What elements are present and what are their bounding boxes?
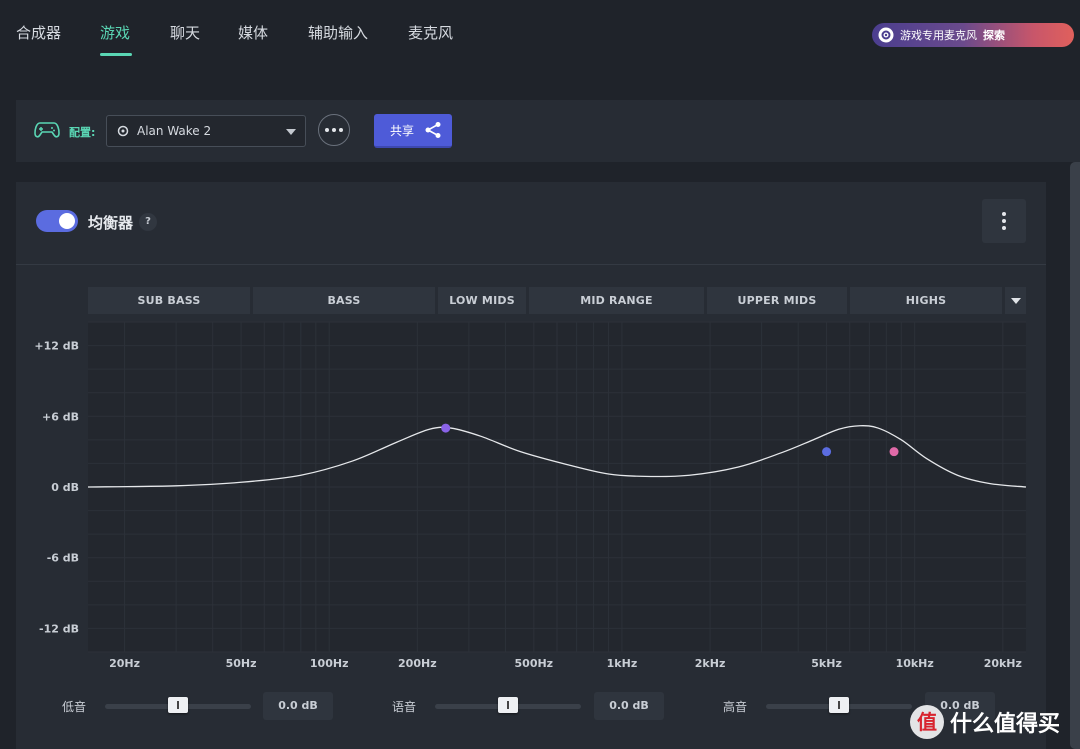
eq-x-tick-label: 2kHz xyxy=(695,657,726,670)
eq-band-point[interactable] xyxy=(822,447,832,457)
scrollbar[interactable] xyxy=(1070,162,1080,749)
eq-y-tick-label: -12 dB xyxy=(39,622,79,635)
treble-slider-thumb[interactable] xyxy=(829,697,849,713)
eq-x-tick-label: 200Hz xyxy=(398,657,437,670)
voice-value[interactable]: 0.0 dB xyxy=(594,692,664,720)
eq-chart[interactable]: +12 dB +6 dB 0 dB -6 dB -12 dB 20Hz 50Hz 100Hz 2… xyxy=(0,0,1080,749)
eq-band-point[interactable] xyxy=(441,423,451,433)
voice-slider-thumb[interactable] xyxy=(498,697,518,713)
watermark-text: 什么值得买 xyxy=(950,712,1061,737)
watermark: 值 什么值得买 xyxy=(910,704,1060,740)
eq-x-tick-label: 5kHz xyxy=(811,657,842,670)
eq-x-tick-label: 1kHz xyxy=(607,657,638,670)
bass-label: 低音 xyxy=(62,700,87,714)
eq-x-tick-label: 20kHz xyxy=(984,657,1022,670)
eq-y-tick-label: 0 dB xyxy=(51,481,79,494)
eq-y-tick-label: +6 dB xyxy=(42,410,79,423)
eq-band-point[interactable] xyxy=(889,447,899,457)
eq-x-tick-label: 100Hz xyxy=(310,657,349,670)
treble-label: 高音 xyxy=(723,700,748,714)
bass-slider-thumb[interactable] xyxy=(168,697,188,713)
eq-x-tick-label: 500Hz xyxy=(515,657,554,670)
eq-y-tick-label: +12 dB xyxy=(34,340,79,353)
watermark-logo: 值 xyxy=(910,705,944,739)
eq-x-tick-label: 20Hz xyxy=(109,657,140,670)
eq-x-tick-label: 50Hz xyxy=(226,657,257,670)
eq-y-tick-label: -6 dB xyxy=(47,552,79,565)
eq-x-tick-label: 10kHz xyxy=(896,657,934,670)
bass-value[interactable]: 0.0 dB xyxy=(263,692,333,720)
voice-label: 语音 xyxy=(392,700,417,714)
